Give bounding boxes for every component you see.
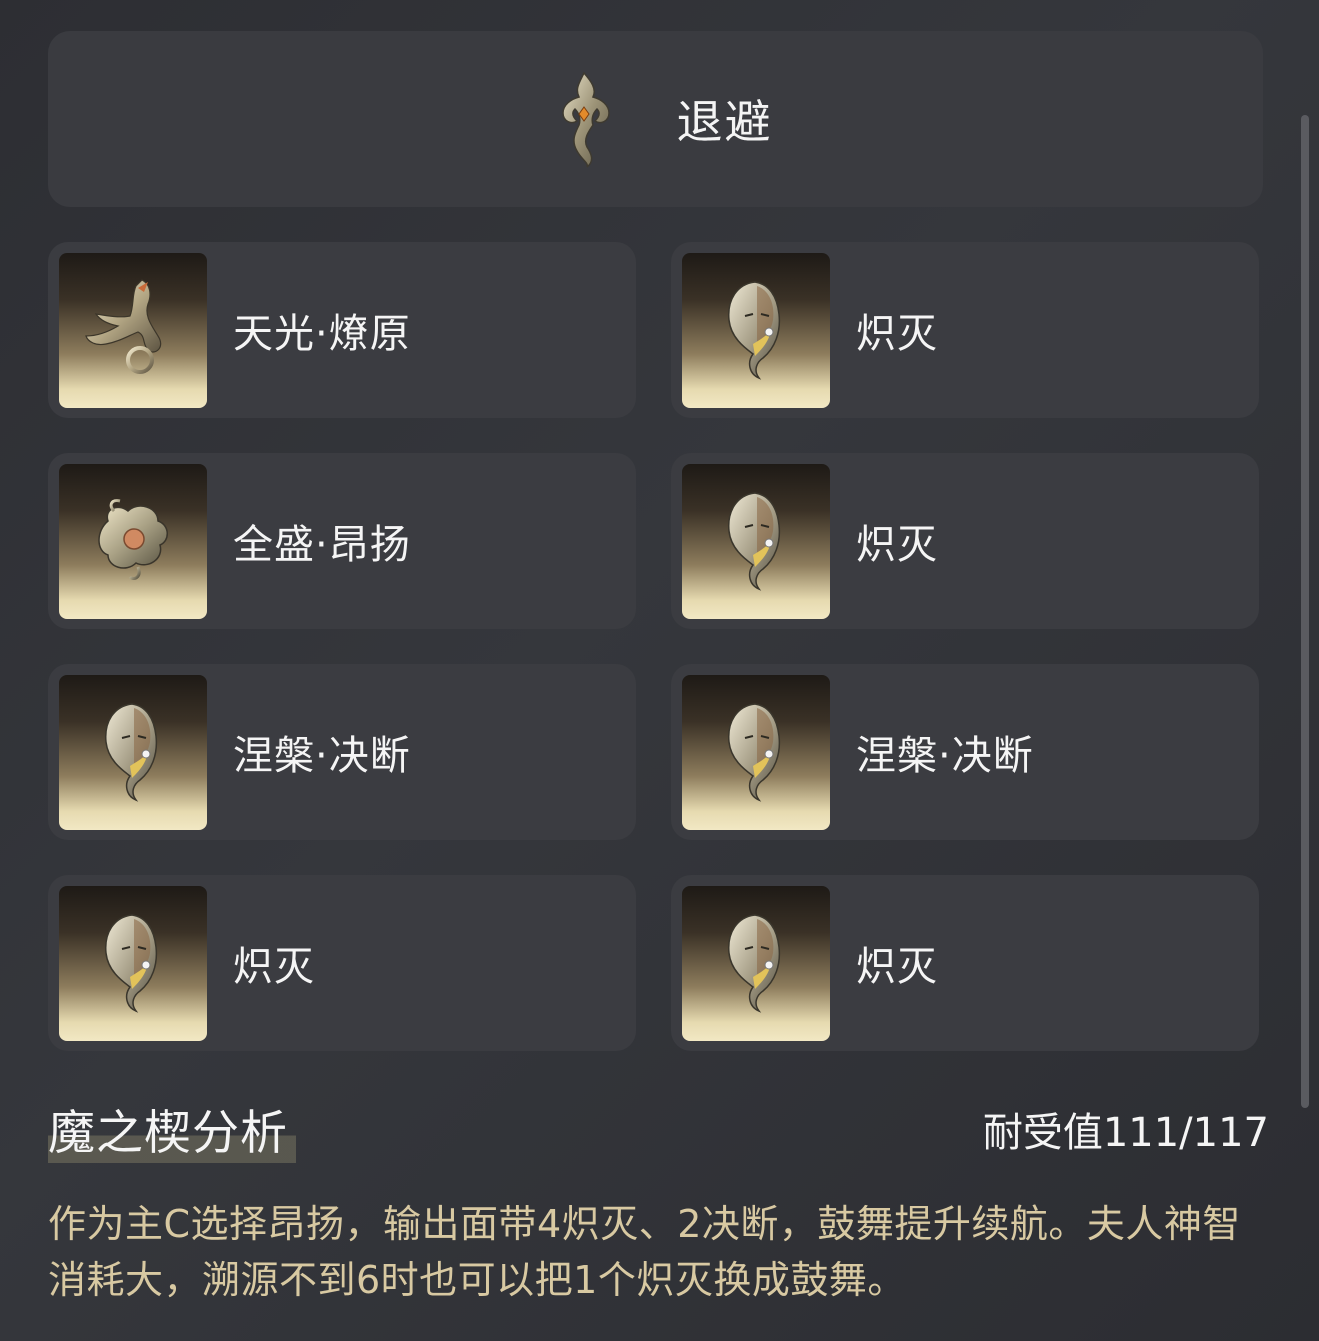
brooch-slot[interactable]: 全盛·昂扬	[48, 453, 636, 629]
mode-header-card[interactable]: 退避	[48, 31, 1263, 207]
brooch-name: 炽灭	[856, 311, 938, 357]
mask-brooch-icon	[728, 492, 781, 591]
mask-brooch-icon	[105, 914, 158, 1013]
brooch-name: 涅槃·决断	[233, 733, 411, 779]
mask-brooch-icon	[728, 703, 781, 802]
brooch-thumbnail	[682, 463, 830, 619]
mask-brooch-icon	[105, 703, 158, 802]
brooch-name: 炽灭	[233, 944, 315, 990]
brooch-thumbnail	[682, 674, 830, 830]
dragon-brooch-icon	[98, 499, 168, 581]
mode-title: 退避	[676, 95, 773, 149]
brooch-slot[interactable]: 涅槃·决断	[48, 664, 636, 840]
brooch-name: 全盛·昂扬	[233, 522, 411, 568]
analysis-title: 魔之楔分析	[48, 1094, 296, 1163]
phoenix-brooch-icon	[85, 279, 162, 374]
brooch-slot[interactable]: 炽灭	[671, 875, 1259, 1051]
brooch-name: 炽灭	[856, 944, 938, 990]
brooch-name: 炽灭	[856, 522, 938, 568]
analysis-text: 作为主C选择昂扬，输出面带4炽灭、2决断，鼓舞提升续航。夫人神智消耗大，溯源不到…	[48, 1202, 1241, 1302]
brooch-slot[interactable]: 炽灭	[48, 875, 636, 1051]
tolerance-score: 耐受值111/117	[982, 1110, 1269, 1156]
mask-brooch-icon	[728, 281, 781, 380]
brooch-slot[interactable]: 涅槃·决断	[671, 664, 1259, 840]
brooch-name: 天光·燎原	[233, 311, 411, 357]
brooch-thumbnail	[682, 252, 830, 408]
brooch-slot[interactable]: 炽灭	[671, 242, 1259, 418]
brooch-thumbnail	[59, 252, 207, 408]
brooch-slot[interactable]: 天光·燎原	[48, 242, 636, 418]
brooch-slot[interactable]: 炽灭	[671, 453, 1259, 629]
brooch-name: 涅槃·决断	[856, 733, 1034, 779]
serpent-emblem-icon	[541, 69, 627, 169]
mask-brooch-icon	[728, 914, 781, 1013]
scrollbar[interactable]	[1301, 115, 1309, 1108]
brooch-thumbnail	[59, 674, 207, 830]
brooch-thumbnail	[59, 885, 207, 1041]
brooch-slot-grid: 天光·燎原 炽灭 全盛·昂扬 炽灭 涅槃·决断 涅槃·决断 炽灭 炽灭	[48, 242, 1259, 1051]
brooch-thumbnail	[59, 463, 207, 619]
brooch-thumbnail	[682, 885, 830, 1041]
